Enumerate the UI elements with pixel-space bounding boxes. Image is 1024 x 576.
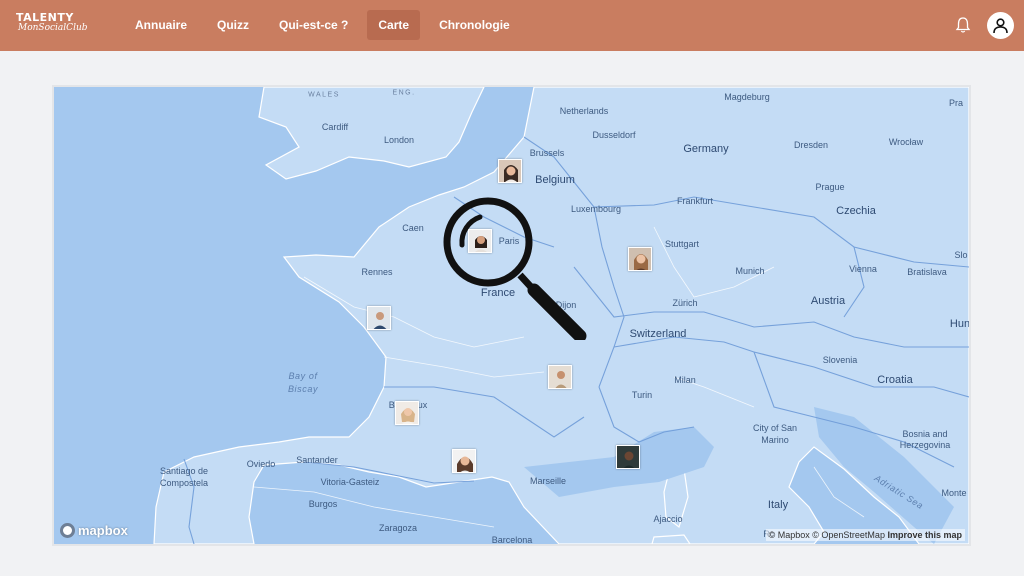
map-label: Czechia [836,205,876,217]
map-container[interactable]: WALES ENG. Cardiff London Netherlands Du… [52,85,971,546]
map-label: Vienna [849,264,877,274]
map-label: WALES [308,91,340,99]
map-label: Hun [949,318,971,330]
map-label: Santiago de [159,466,209,476]
nav-chronologie[interactable]: Chronologie [428,10,521,40]
nav-carte[interactable]: Carte [367,10,421,40]
map-label: Brussels [529,148,565,158]
top-navbar: TALENTY MonSocialClub Annuaire Quizz Qui… [0,0,1024,51]
mapbox-logo[interactable]: mapbox [60,523,128,538]
map-label: Slo [954,250,968,260]
map-label: Cardiff [321,122,349,132]
nav-qui-est-ce[interactable]: Qui-est-ce ? [268,10,359,40]
brand-line2: MonSocialClub [18,23,88,33]
map-label: Austria [810,295,846,307]
profile-marker[interactable] [548,365,572,389]
map-label: Netherlands [559,106,609,116]
map-label: Magdeburg [724,92,770,102]
map-label: Caen [402,223,424,233]
map-label: Belgium [535,174,575,186]
map-label: Santander [296,455,338,465]
map-attribution: © Mapbox © OpenStreetMap Improve this ma… [765,529,965,541]
bell-icon[interactable] [954,16,972,34]
map-label: Marino [761,435,789,445]
map-label: Pra [948,98,964,108]
profile-marker[interactable] [452,449,476,473]
main-nav: Annuaire Quizz Qui-est-ce ? Carte Chrono… [124,10,529,40]
map-label: Monte [941,488,967,498]
map-label: Croatia [877,374,913,386]
map-label: Switzerland [629,328,687,340]
map-label: Turin [631,390,653,400]
map-label: Marseille [529,476,567,486]
brand-logo[interactable]: TALENTY MonSocialClub [16,12,88,33]
mapbox-logo-icon [60,523,75,538]
magnifying-glass-icon [443,197,587,340]
brand-line1: TALENTY [16,11,74,24]
profile-marker[interactable] [367,306,391,330]
user-avatar-icon[interactable] [987,12,1014,39]
profile-marker[interactable] [616,445,640,469]
map-label: Wrocław [888,137,924,147]
map-label: Biscay [287,384,319,394]
map-label: Bratislava [907,267,947,277]
improve-map-link[interactable]: Improve this map [887,530,962,540]
profile-marker[interactable] [498,159,522,183]
map-label: Frankfurt [676,196,714,206]
profile-marker[interactable] [628,247,652,271]
map-label: City of San [752,423,798,433]
map-label: Prague [815,182,845,192]
map-label: Ajaccio [653,514,683,524]
nav-quizz[interactable]: Quizz [206,10,260,40]
map-label: Munich [735,266,765,276]
map-label: London [383,135,415,145]
map-label: Barcelona [491,535,533,545]
profile-marker[interactable] [395,401,419,425]
map-label: Dresden [793,140,829,150]
map-label: Herzegovina [899,440,951,450]
map-label: Bosnia and [902,429,948,439]
map-label: Bay of [288,371,318,381]
map-label: Slovenia [822,355,858,365]
map-label: Compostela [159,478,209,488]
map-label: Vitoria-Gasteiz [320,477,380,487]
map-label: Italy [767,499,789,511]
map-label: Burgos [308,499,338,509]
map-label: Stuttgart [664,239,700,249]
map-label: ENG. [392,89,416,97]
map-label: Germany [683,143,729,155]
attribution-text[interactable]: © Mapbox © OpenStreetMap [769,530,885,540]
nav-annuaire[interactable]: Annuaire [124,10,198,40]
mapbox-logo-text: mapbox [78,523,128,538]
map-label: Milan [674,375,696,385]
map-label: Dusseldorf [592,130,636,140]
map-label: Zürich [672,298,698,308]
map-label: Zaragoza [378,523,418,533]
map-label: Rennes [361,267,393,277]
map-label: Oviedo [246,459,276,469]
